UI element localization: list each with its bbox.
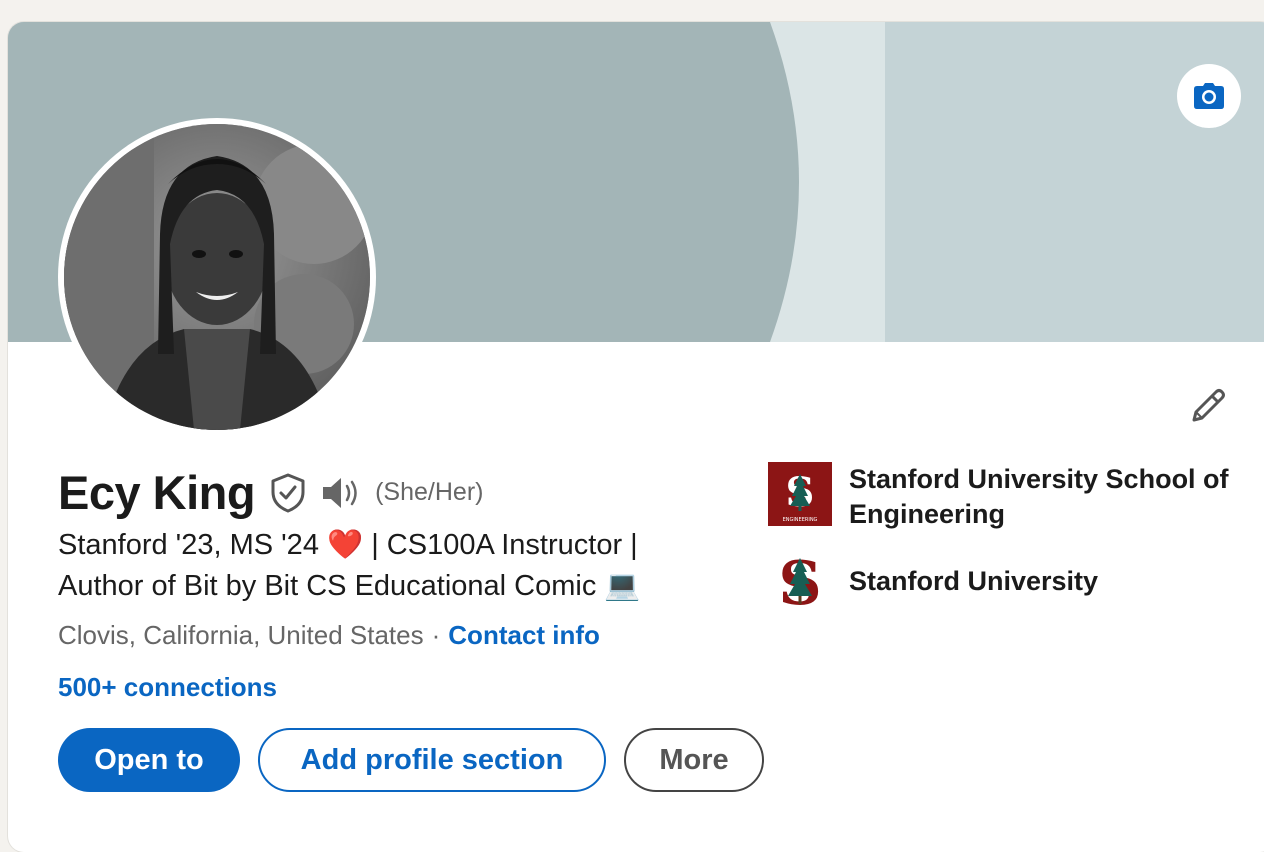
education-name: Stanford University <box>849 566 1099 596</box>
heart-emoji: ❤️ <box>327 527 364 561</box>
add-profile-section-button[interactable]: Add profile section <box>258 728 606 792</box>
separator: · <box>431 620 441 650</box>
stanford-university-logo: S <box>768 550 832 614</box>
logo-caption: ENGINEERING <box>783 517 818 523</box>
location: Clovis, California, United States <box>58 620 424 650</box>
more-button[interactable]: More <box>624 728 764 792</box>
headline-line-1: Stanford '23, MS '24 ❤️ | CS100A Instruc… <box>58 524 738 565</box>
stanford-engineering-logo: S ENGINEERING <box>768 462 832 526</box>
speaker-icon[interactable] <box>321 475 363 511</box>
profile-card: Ecy King (She/Her) Stanford '23, MS '24 … <box>8 22 1264 852</box>
edit-intro-button[interactable] <box>1184 382 1232 430</box>
laptop-emoji: 💻 <box>604 568 641 602</box>
headline-text-2: Author of Bit by Bit CS Educational Comi… <box>58 570 597 602</box>
open-to-button[interactable]: Open to <box>58 728 240 792</box>
headline-text-rest: | CS100A Instructor | <box>371 529 638 561</box>
headline-line-2: Author of Bit by Bit CS Educational Comi… <box>58 565 738 606</box>
headline-text: Stanford '23, MS '24 <box>58 529 319 561</box>
avatar-photo <box>64 124 370 430</box>
edit-banner-button[interactable] <box>1177 64 1241 128</box>
contact-info-link[interactable]: Contact info <box>448 620 600 651</box>
camera-icon <box>1194 83 1224 109</box>
education-name: Stanford University School of Engineerin… <box>849 464 1229 529</box>
pronouns: (She/Her) <box>375 478 484 506</box>
education-item-university[interactable]: S Stanford University <box>768 550 1239 614</box>
education-item-engineering[interactable]: S ENGINEERING Stanford University School… <box>768 462 1239 532</box>
name-row: Ecy King (She/Her) <box>58 465 483 520</box>
avatar <box>64 124 370 430</box>
profile-name: Ecy King <box>58 466 256 519</box>
pencil-icon <box>1192 389 1225 422</box>
location-row: Clovis, California, United States · Cont… <box>58 620 600 651</box>
profile-headline: Stanford '23, MS '24 ❤️ | CS100A Instruc… <box>58 524 738 606</box>
connections-link[interactable]: 500+ connections <box>58 672 277 703</box>
profile-photo[interactable] <box>58 118 376 436</box>
shield-check-icon[interactable] <box>269 473 307 513</box>
